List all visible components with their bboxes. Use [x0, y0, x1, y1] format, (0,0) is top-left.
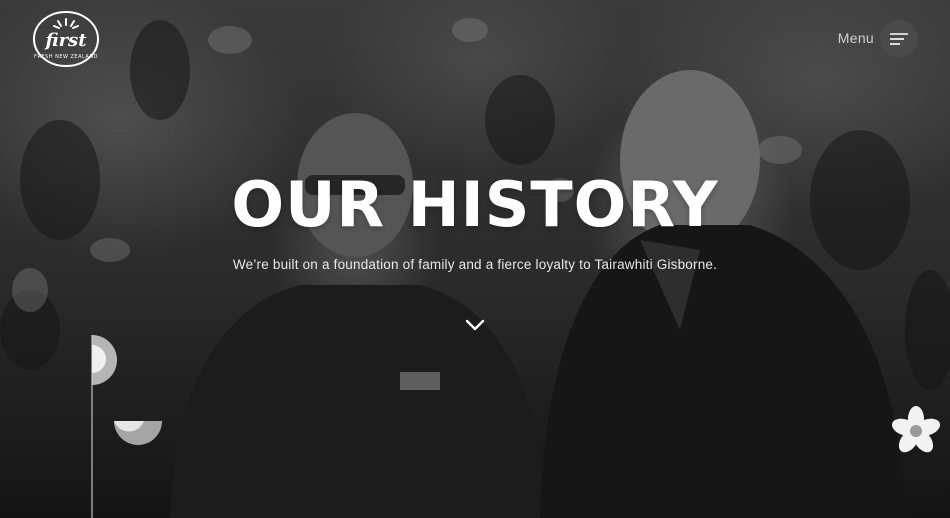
page-title: OUR HISTORY — [231, 168, 719, 241]
decorative-shapes — [91, 335, 162, 518]
menu-button[interactable] — [880, 20, 918, 58]
brand-logo[interactable]: first FRESH NEW ZEALAND — [32, 10, 100, 68]
hero-background: first FRESH NEW ZEALAND Menu OUR HISTORY… — [0, 0, 950, 518]
hamburger-icon — [890, 33, 908, 45]
svg-text:FRESH NEW ZEALAND: FRESH NEW ZEALAND — [34, 54, 98, 60]
first-logo-icon: first FRESH NEW ZEALAND — [33, 11, 99, 67]
chevron-down-icon — [465, 319, 485, 331]
flower-icon — [891, 406, 941, 453]
page-subtitle: We’re built on a foundation of family an… — [232, 257, 718, 272]
scroll-down-button[interactable] — [464, 316, 486, 334]
logo-text: first — [43, 30, 87, 51]
menu-label[interactable]: Menu — [838, 30, 874, 46]
